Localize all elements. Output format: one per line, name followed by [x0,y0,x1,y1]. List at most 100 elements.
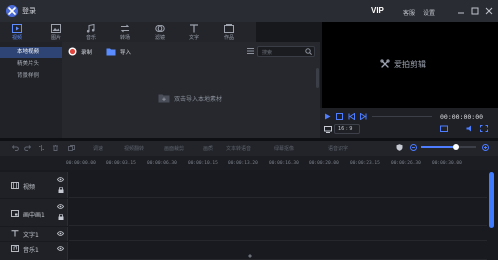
aspect-ratio-select[interactable]: 16 : 9 [334,124,360,134]
undo-icon[interactable] [12,145,19,151]
tab-label: 作品 [223,35,234,41]
tab-music[interactable]: 音乐 [76,22,106,42]
track-label: 音乐1 [23,247,39,254]
zoom-slider-fill [421,146,455,148]
film-icon [11,182,19,189]
redo-icon[interactable] [24,145,31,151]
ruler-tick: 00:00:20.00 [309,161,339,166]
ruler-tick: 00:00:23.15 [350,161,380,166]
ruler-tick: 00:00:26.30 [391,161,421,166]
track-label: 文字1 [23,232,39,239]
eye-icon[interactable] [57,246,64,251]
text-icon [190,24,198,33]
folder-icon [106,48,116,56]
nav-item-intro[interactable]: 精美片头 [0,59,62,70]
picture-in-picture-icon [11,210,19,217]
track-label: 视频 [23,184,36,191]
app-logo-icon [6,5,18,17]
track-lane-music[interactable] [69,242,487,260]
works-icon [224,24,234,33]
feedback-link[interactable]: 客服 [403,8,415,17]
tool-speed[interactable]: 调速 [93,145,103,152]
ruler-tick: 00:00:10.15 [188,161,218,166]
lock-icon[interactable] [58,187,64,193]
list-view-icon[interactable] [247,47,254,55]
ruler-tick: 00:00:16.30 [269,161,299,166]
eye-icon[interactable] [57,177,64,182]
maximize-icon[interactable] [471,7,479,15]
tab-label: 文字 [188,35,199,41]
play-icon[interactable] [324,113,331,120]
split-icon[interactable] [38,145,45,151]
tab-text[interactable]: 文字 [179,22,209,42]
prev-frame-icon[interactable] [348,113,355,120]
eye-icon[interactable] [57,231,64,236]
tool-quality[interactable]: 画质 [203,145,213,152]
tab-transition[interactable]: 转场 [110,22,140,42]
image-icon [51,24,61,33]
nav-item-background[interactable]: 背景样例 [0,71,62,82]
text-track-icon [11,230,19,237]
filter-icon [155,25,165,32]
fullscreen-icon[interactable] [480,125,488,132]
delete-icon[interactable] [52,145,59,151]
video-icon [12,24,22,33]
copy-icon[interactable] [68,145,75,151]
zoom-slider-handle[interactable] [453,144,459,150]
watermark-brand: 爱拍剪辑 [394,60,426,69]
zoom-out-icon[interactable] [410,144,417,151]
nav-item-local-video[interactable]: 本地视频 [0,47,62,58]
ruler-tick: 00:00:06.30 [147,161,177,166]
search-icon[interactable] [305,48,312,55]
tab-image[interactable]: 图片 [41,22,71,42]
track-lane-video[interactable] [69,172,487,198]
login-link[interactable]: 登录 [22,6,36,16]
media-scrollbar[interactable] [316,68,319,88]
lock-icon[interactable] [58,214,64,220]
import-label: 导入 [120,50,132,56]
ruler-tick: 00:00:00.00 [66,161,96,166]
zoom-in-icon[interactable] [482,144,489,151]
volume-icon[interactable] [466,125,474,132]
tab-label: 音乐 [85,35,96,41]
preview-seek-bar[interactable] [372,116,432,117]
tab-label: 图片 [50,35,61,41]
timecode-display: 00:00:00:00 [440,113,484,121]
ruler-tick: 00:00:03.15 [106,161,136,166]
tool-chroma-key[interactable]: 绿幕抠像 [274,145,294,152]
track-lane-text[interactable] [69,227,487,241]
empty-hint: 双击导入本地素材 [174,96,223,103]
tab-filter[interactable]: 滤镜 [145,22,175,42]
tab-works[interactable]: 作品 [214,22,244,42]
tab-label: 视频 [11,35,22,41]
ruler-tick: 00:00:30.00 [432,161,462,166]
tool-speech-recognition[interactable]: 语音识字 [328,145,348,152]
stop-icon[interactable] [336,113,343,120]
eye-icon[interactable] [57,204,64,209]
record-icon [68,47,77,56]
tool-crop[interactable]: 画面裁剪 [164,145,184,152]
tool-flip[interactable]: 视频翻转 [124,145,144,152]
track-lane-pip[interactable] [69,199,487,226]
record-label: 录制 [81,50,93,56]
close-icon[interactable] [485,7,493,15]
snapshot-icon[interactable] [440,125,448,132]
shield-icon[interactable] [396,144,403,151]
minimize-icon[interactable] [457,7,465,15]
tab-label: 滤镜 [154,35,165,41]
vip-badge[interactable]: VIP [371,6,384,15]
monitor-icon [324,126,332,133]
timeline-vertical-scrollbar[interactable] [489,172,494,228]
import-folder-icon[interactable] [158,93,170,103]
tab-label: 转场 [119,35,130,41]
resize-handle-icon[interactable] [248,254,252,258]
next-frame-icon[interactable] [360,113,367,120]
music-icon [86,24,95,33]
brand-logo-icon [380,59,390,69]
transition-icon [120,24,130,33]
settings-link[interactable]: 设置 [423,8,435,17]
tool-tts[interactable]: 文本转语音 [226,145,251,152]
track-label: 画中画1 [23,212,45,219]
tab-video[interactable]: 视频 [2,22,32,42]
music-track-icon [11,245,19,252]
